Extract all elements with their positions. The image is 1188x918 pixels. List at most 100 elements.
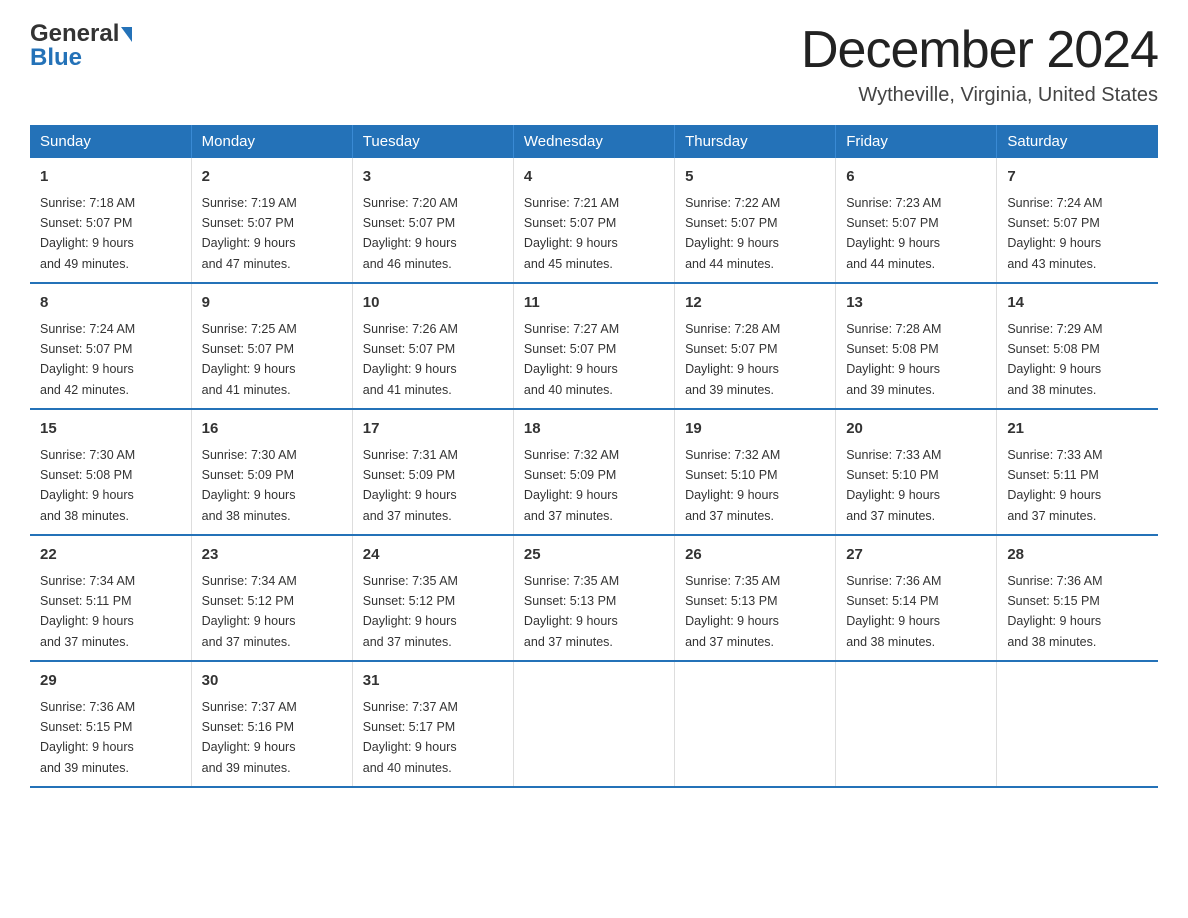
calendar-cell: 30 Sunrise: 7:37 AMSunset: 5:16 PMDaylig… [191, 661, 352, 787]
day-number: 16 [202, 418, 342, 441]
day-number: 31 [363, 670, 503, 693]
day-number: 17 [363, 418, 503, 441]
calendar-cell: 9 Sunrise: 7:25 AMSunset: 5:07 PMDayligh… [191, 283, 352, 409]
day-info: Sunrise: 7:19 AMSunset: 5:07 PMDaylight:… [202, 196, 297, 271]
header-row: SundayMondayTuesdayWednesdayThursdayFrid… [30, 125, 1158, 158]
calendar-cell: 28 Sunrise: 7:36 AMSunset: 5:15 PMDaylig… [997, 535, 1158, 661]
day-number: 29 [40, 670, 181, 693]
calendar-cell: 12 Sunrise: 7:28 AMSunset: 5:07 PMDaylig… [675, 283, 836, 409]
calendar-cell [513, 661, 674, 787]
day-number: 25 [524, 544, 664, 567]
calendar-cell: 21 Sunrise: 7:33 AMSunset: 5:11 PMDaylig… [997, 409, 1158, 535]
header-wednesday: Wednesday [513, 125, 674, 158]
calendar-cell [836, 661, 997, 787]
day-number: 19 [685, 418, 825, 441]
day-info: Sunrise: 7:34 AMSunset: 5:11 PMDaylight:… [40, 574, 135, 649]
day-number: 24 [363, 544, 503, 567]
day-info: Sunrise: 7:24 AMSunset: 5:07 PMDaylight:… [40, 322, 135, 397]
calendar-cell: 16 Sunrise: 7:30 AMSunset: 5:09 PMDaylig… [191, 409, 352, 535]
header-sunday: Sunday [30, 125, 191, 158]
day-info: Sunrise: 7:33 AMSunset: 5:11 PMDaylight:… [1007, 448, 1102, 523]
calendar-cell: 13 Sunrise: 7:28 AMSunset: 5:08 PMDaylig… [836, 283, 997, 409]
day-number: 14 [1007, 292, 1148, 315]
day-number: 15 [40, 418, 181, 441]
calendar-cell: 3 Sunrise: 7:20 AMSunset: 5:07 PMDayligh… [352, 158, 513, 283]
header-tuesday: Tuesday [352, 125, 513, 158]
header-thursday: Thursday [675, 125, 836, 158]
calendar-cell: 7 Sunrise: 7:24 AMSunset: 5:07 PMDayligh… [997, 158, 1158, 283]
day-number: 3 [363, 166, 503, 189]
calendar-cell: 27 Sunrise: 7:36 AMSunset: 5:14 PMDaylig… [836, 535, 997, 661]
logo-blue-text: Blue [30, 44, 82, 72]
header-monday: Monday [191, 125, 352, 158]
page-subtitle: Wytheville, Virginia, United States [801, 84, 1158, 107]
day-info: Sunrise: 7:32 AMSunset: 5:09 PMDaylight:… [524, 448, 619, 523]
calendar-header: SundayMondayTuesdayWednesdayThursdayFrid… [30, 125, 1158, 158]
calendar-cell: 20 Sunrise: 7:33 AMSunset: 5:10 PMDaylig… [836, 409, 997, 535]
day-info: Sunrise: 7:18 AMSunset: 5:07 PMDaylight:… [40, 196, 135, 271]
day-info: Sunrise: 7:29 AMSunset: 5:08 PMDaylight:… [1007, 322, 1102, 397]
logo: General Blue [30, 20, 132, 72]
calendar-cell: 15 Sunrise: 7:30 AMSunset: 5:08 PMDaylig… [30, 409, 191, 535]
day-number: 5 [685, 166, 825, 189]
day-number: 6 [846, 166, 986, 189]
calendar-cell: 18 Sunrise: 7:32 AMSunset: 5:09 PMDaylig… [513, 409, 674, 535]
day-info: Sunrise: 7:30 AMSunset: 5:09 PMDaylight:… [202, 448, 297, 523]
page-title: December 2024 [801, 20, 1158, 80]
day-info: Sunrise: 7:28 AMSunset: 5:08 PMDaylight:… [846, 322, 941, 397]
calendar-cell: 14 Sunrise: 7:29 AMSunset: 5:08 PMDaylig… [997, 283, 1158, 409]
day-number: 26 [685, 544, 825, 567]
day-number: 2 [202, 166, 342, 189]
day-info: Sunrise: 7:37 AMSunset: 5:16 PMDaylight:… [202, 700, 297, 775]
day-info: Sunrise: 7:36 AMSunset: 5:14 PMDaylight:… [846, 574, 941, 649]
day-number: 7 [1007, 166, 1148, 189]
day-number: 12 [685, 292, 825, 315]
day-number: 20 [846, 418, 986, 441]
header-friday: Friday [836, 125, 997, 158]
calendar-cell: 23 Sunrise: 7:34 AMSunset: 5:12 PMDaylig… [191, 535, 352, 661]
title-block: December 2024 Wytheville, Virginia, Unit… [801, 20, 1158, 107]
day-number: 30 [202, 670, 342, 693]
day-number: 22 [40, 544, 181, 567]
day-info: Sunrise: 7:33 AMSunset: 5:10 PMDaylight:… [846, 448, 941, 523]
calendar-cell: 1 Sunrise: 7:18 AMSunset: 5:07 PMDayligh… [30, 158, 191, 283]
day-number: 10 [363, 292, 503, 315]
page-header: General Blue December 2024 Wytheville, V… [30, 20, 1158, 107]
day-number: 9 [202, 292, 342, 315]
calendar-cell: 29 Sunrise: 7:36 AMSunset: 5:15 PMDaylig… [30, 661, 191, 787]
day-number: 18 [524, 418, 664, 441]
day-info: Sunrise: 7:32 AMSunset: 5:10 PMDaylight:… [685, 448, 780, 523]
day-number: 11 [524, 292, 664, 315]
day-info: Sunrise: 7:35 AMSunset: 5:13 PMDaylight:… [524, 574, 619, 649]
day-info: Sunrise: 7:23 AMSunset: 5:07 PMDaylight:… [846, 196, 941, 271]
day-info: Sunrise: 7:21 AMSunset: 5:07 PMDaylight:… [524, 196, 619, 271]
calendar-cell: 4 Sunrise: 7:21 AMSunset: 5:07 PMDayligh… [513, 158, 674, 283]
day-info: Sunrise: 7:27 AMSunset: 5:07 PMDaylight:… [524, 322, 619, 397]
day-info: Sunrise: 7:35 AMSunset: 5:13 PMDaylight:… [685, 574, 780, 649]
logo-arrow-icon [121, 27, 132, 42]
calendar-cell: 11 Sunrise: 7:27 AMSunset: 5:07 PMDaylig… [513, 283, 674, 409]
day-number: 8 [40, 292, 181, 315]
day-info: Sunrise: 7:34 AMSunset: 5:12 PMDaylight:… [202, 574, 297, 649]
day-info: Sunrise: 7:28 AMSunset: 5:07 PMDaylight:… [685, 322, 780, 397]
calendar-body: 1 Sunrise: 7:18 AMSunset: 5:07 PMDayligh… [30, 158, 1158, 787]
day-info: Sunrise: 7:36 AMSunset: 5:15 PMDaylight:… [1007, 574, 1102, 649]
day-info: Sunrise: 7:31 AMSunset: 5:09 PMDaylight:… [363, 448, 458, 523]
calendar-cell [675, 661, 836, 787]
day-info: Sunrise: 7:35 AMSunset: 5:12 PMDaylight:… [363, 574, 458, 649]
calendar-cell: 22 Sunrise: 7:34 AMSunset: 5:11 PMDaylig… [30, 535, 191, 661]
day-number: 28 [1007, 544, 1148, 567]
calendar-cell: 26 Sunrise: 7:35 AMSunset: 5:13 PMDaylig… [675, 535, 836, 661]
day-number: 13 [846, 292, 986, 315]
calendar-cell: 8 Sunrise: 7:24 AMSunset: 5:07 PMDayligh… [30, 283, 191, 409]
week-row-2: 8 Sunrise: 7:24 AMSunset: 5:07 PMDayligh… [30, 283, 1158, 409]
calendar-cell: 31 Sunrise: 7:37 AMSunset: 5:17 PMDaylig… [352, 661, 513, 787]
day-info: Sunrise: 7:22 AMSunset: 5:07 PMDaylight:… [685, 196, 780, 271]
calendar-cell: 24 Sunrise: 7:35 AMSunset: 5:12 PMDaylig… [352, 535, 513, 661]
day-number: 1 [40, 166, 181, 189]
week-row-5: 29 Sunrise: 7:36 AMSunset: 5:15 PMDaylig… [30, 661, 1158, 787]
week-row-1: 1 Sunrise: 7:18 AMSunset: 5:07 PMDayligh… [30, 158, 1158, 283]
calendar-cell: 2 Sunrise: 7:19 AMSunset: 5:07 PMDayligh… [191, 158, 352, 283]
day-info: Sunrise: 7:26 AMSunset: 5:07 PMDaylight:… [363, 322, 458, 397]
calendar-cell: 5 Sunrise: 7:22 AMSunset: 5:07 PMDayligh… [675, 158, 836, 283]
